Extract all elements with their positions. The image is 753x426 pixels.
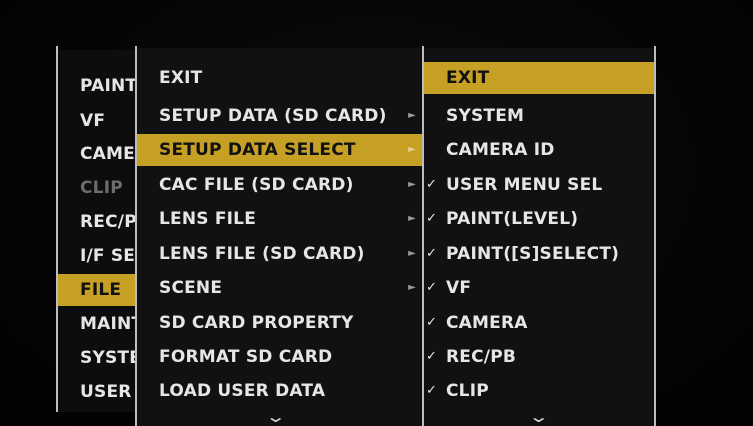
setup-select-item-label: VF <box>446 278 472 298</box>
setup-select-item-label: REC/PB <box>446 347 517 367</box>
camera-menu-screen: PAINT VF CAMERA CLIP REC/PB I/F SETUP FILE MAIN… <box>0 0 753 426</box>
file-menu-item-label: EXIT <box>159 68 203 88</box>
check-icon: ✓ <box>426 246 438 261</box>
check-icon: ✓ <box>426 383 438 398</box>
setup-select-item-vf[interactable]: ✓ VF <box>424 272 654 304</box>
setup-select-item-system[interactable]: SYSTEM <box>424 100 654 132</box>
main-menu-item-system[interactable]: SYSTEM <box>58 342 136 374</box>
file-menu-item-lens-file[interactable]: LENS FILE ► <box>137 203 422 235</box>
file-menu-item-cac-file-sd-card[interactable]: CAC FILE (SD CARD) ► <box>137 169 422 201</box>
main-menu-item-label: MAINTENANCE <box>80 314 136 334</box>
menu-divider-left <box>56 46 58 412</box>
setup-select-item-user-menu-sel[interactable]: ✓ USER MENU SEL <box>424 169 654 201</box>
file-menu-item-setup-data-sd-card[interactable]: SETUP DATA (SD CARD) ► <box>137 100 422 132</box>
main-menu-item-paint[interactable]: PAINT <box>58 70 136 102</box>
check-icon: ✓ <box>426 280 438 295</box>
main-menu-item-clip[interactable]: CLIP <box>58 172 136 204</box>
file-menu-item-label: FORMAT SD CARD <box>159 347 333 367</box>
submenu-arrow-icon: ► <box>408 110 416 121</box>
main-menu-item-label: USER <box>80 382 132 402</box>
check-icon: ✓ <box>426 315 438 330</box>
chevron-down-icon[interactable]: ⌄ <box>528 407 549 426</box>
file-menu-item-label: SETUP DATA (SD CARD) <box>159 106 387 126</box>
setup-select-item-label: EXIT <box>446 68 490 88</box>
main-menu-item-label: FILE <box>80 280 122 300</box>
file-menu-item-scene[interactable]: SCENE ► <box>137 272 422 304</box>
setup-data-select-panel: EXIT SYSTEM CAMERA ID ✓ USER MENU SEL ✓ PAINT(… <box>424 48 654 426</box>
setup-select-item-camera-id[interactable]: CAMERA ID <box>424 134 654 166</box>
chevron-down-icon[interactable]: ⌄ <box>265 407 286 426</box>
main-menu-item-label: CLIP <box>80 178 123 198</box>
setup-select-item-label: CAMERA <box>446 313 528 333</box>
menu-divider-far-right <box>654 46 656 426</box>
submenu-arrow-icon: ► <box>408 213 416 224</box>
submenu-arrow-icon: ► <box>408 282 416 293</box>
main-menu-item-rec-pb[interactable]: REC/PB <box>58 206 136 238</box>
file-menu-item-label: LENS FILE (SD CARD) <box>159 244 365 264</box>
check-icon: ✓ <box>426 177 438 192</box>
main-menu-item-i-f-setup[interactable]: I/F SETUP <box>58 240 136 272</box>
file-menu-item-sd-card-property[interactable]: SD CARD PROPERTY <box>137 307 422 339</box>
submenu-arrow-icon: ► <box>408 144 416 155</box>
main-menu-item-label: CAMERA <box>80 144 136 164</box>
file-menu-item-label: SETUP DATA SELECT <box>159 140 356 160</box>
setup-select-item-rec-pb[interactable]: ✓ REC/PB <box>424 341 654 373</box>
setup-select-item-label: CLIP <box>446 381 489 401</box>
file-submenu-panel: EXIT SETUP DATA (SD CARD) ► SETUP DATA SELE… <box>137 48 422 426</box>
setup-select-item-label: PAINT(LEVEL) <box>446 209 579 229</box>
setup-select-item-paint-level[interactable]: ✓ PAINT(LEVEL) <box>424 203 654 235</box>
file-menu-item-label: LENS FILE <box>159 209 257 229</box>
file-menu-item-load-user-data[interactable]: LOAD USER DATA <box>137 375 422 407</box>
file-menu-item-lens-file-sd-card[interactable]: LENS FILE (SD CARD) ► <box>137 238 422 270</box>
file-menu-item-label: SD CARD PROPERTY <box>159 313 354 333</box>
main-menu-item-vf[interactable]: VF <box>58 105 136 137</box>
setup-select-item-label: PAINT([S]SELECT) <box>446 244 620 264</box>
main-menu-item-label: SYSTEM <box>80 348 136 368</box>
main-menu-item-camera[interactable]: CAMERA <box>58 138 136 170</box>
submenu-arrow-icon: ► <box>408 248 416 259</box>
setup-select-item-exit[interactable]: EXIT <box>424 62 654 94</box>
setup-select-item-label: CAMERA ID <box>446 140 555 160</box>
file-menu-item-format-sd-card[interactable]: FORMAT SD CARD <box>137 341 422 373</box>
file-menu-item-exit[interactable]: EXIT <box>137 62 422 94</box>
main-menu-item-user[interactable]: USER <box>58 376 136 408</box>
main-menu-item-maintenance[interactable]: MAINTENANCE <box>58 308 136 340</box>
main-menu-item-label: I/F SETUP <box>80 246 136 266</box>
check-icon: ✓ <box>426 349 438 364</box>
file-menu-item-label: CAC FILE (SD CARD) <box>159 175 354 195</box>
setup-select-item-label: SYSTEM <box>446 106 525 126</box>
setup-select-item-clip[interactable]: ✓ CLIP <box>424 375 654 407</box>
setup-select-item-paint-s-select[interactable]: ✓ PAINT([S]SELECT) <box>424 238 654 270</box>
file-menu-item-label: SCENE <box>159 278 223 298</box>
setup-select-item-label: USER MENU SEL <box>446 175 603 195</box>
check-icon: ✓ <box>426 211 438 226</box>
file-menu-item-setup-data-select[interactable]: SETUP DATA SELECT ► <box>137 134 422 166</box>
main-menu-item-label: REC/PB <box>80 212 136 232</box>
main-menu-panel: PAINT VF CAMERA CLIP REC/PB I/F SETUP FILE MAIN… <box>58 50 136 412</box>
setup-select-item-camera[interactable]: ✓ CAMERA <box>424 307 654 339</box>
submenu-arrow-icon: ► <box>408 179 416 190</box>
file-menu-item-label: LOAD USER DATA <box>159 381 326 401</box>
main-menu-item-file[interactable]: FILE <box>58 274 136 306</box>
main-menu-item-label: PAINT <box>80 76 136 96</box>
main-menu-item-label: VF <box>80 111 106 131</box>
